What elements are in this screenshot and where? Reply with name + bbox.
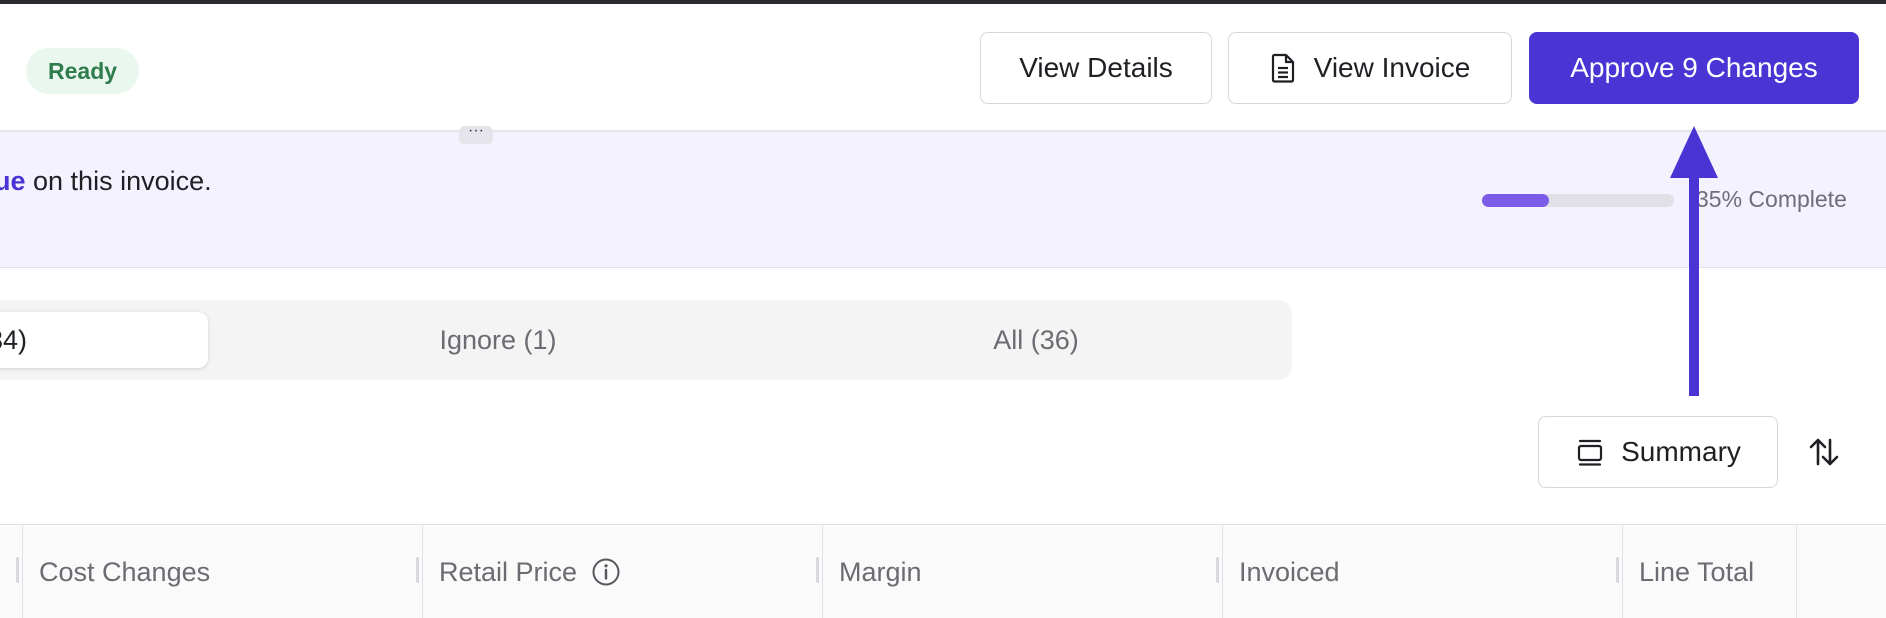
more-dots-icon[interactable]: ··· xyxy=(459,123,493,144)
column-header-line-total[interactable]: Line Total xyxy=(1622,525,1796,618)
view-invoice-label: View Invoice xyxy=(1313,52,1471,83)
header-bar: Ready View Details View Invoice Approve … xyxy=(0,4,1886,132)
column-header-label: Retail Price xyxy=(439,556,578,587)
view-invoice-button[interactable]: View Invoice xyxy=(1228,32,1512,104)
column-resize-handle[interactable] xyxy=(16,557,19,583)
column-header-label: Margin xyxy=(839,556,922,587)
summary-label: Summary xyxy=(1621,436,1741,467)
view-details-label: View Details xyxy=(1019,52,1173,83)
view-details-button[interactable]: View Details xyxy=(980,32,1212,104)
column-resize-handle[interactable] xyxy=(1216,557,1219,583)
column-header-invoiced[interactable]: Invoiced xyxy=(1222,525,1622,618)
document-icon xyxy=(1271,53,1294,83)
progress-bar xyxy=(1482,194,1674,207)
column-header-label: Cost Changes xyxy=(39,556,211,587)
column-header-retail-price[interactable]: Retail Price xyxy=(422,525,822,618)
banner-message-rest: on this invoice. xyxy=(25,166,212,196)
table-header: Cost Changes Retail Price Margin Invoice… xyxy=(0,524,1886,618)
sort-button[interactable] xyxy=(1800,428,1848,476)
filter-tab-ignore[interactable]: Ignore (1) xyxy=(370,300,626,380)
up-arrow-annotation xyxy=(1670,126,1718,396)
banner-message: ue on this invoice. xyxy=(0,166,212,197)
approve-changes-button[interactable]: Approve 9 Changes xyxy=(1529,32,1859,104)
column-header-margin[interactable]: Margin xyxy=(822,525,1222,618)
column-resize-handle[interactable] xyxy=(1616,557,1619,583)
column-header-cost-changes[interactable]: Cost Changes xyxy=(22,525,422,618)
filter-tab-all[interactable]: All (36) xyxy=(908,300,1164,380)
summary-button[interactable]: Summary xyxy=(1538,416,1778,488)
info-banner: ue on this invoice. 35% Complete xyxy=(0,132,1886,268)
filter-tab-active[interactable]: 34) xyxy=(0,312,208,368)
progress-bar-fill xyxy=(1482,194,1550,207)
filter-segmented-control: 34) Ignore (1) All (36) xyxy=(0,300,1292,380)
column-header-label: Line Total xyxy=(1639,556,1755,587)
banner-link[interactable]: ue xyxy=(0,166,26,196)
column-header-empty xyxy=(1796,525,1886,618)
summary-icon xyxy=(1577,439,1603,466)
column-resize-handle[interactable] xyxy=(816,557,819,583)
column-header-label: Invoiced xyxy=(1239,556,1340,587)
approve-changes-label: Approve 9 Changes xyxy=(1570,52,1818,83)
info-icon[interactable] xyxy=(591,557,621,587)
column-resize-handle[interactable] xyxy=(416,557,419,583)
sort-arrows-icon xyxy=(1809,438,1839,466)
status-badge: Ready xyxy=(26,48,140,94)
